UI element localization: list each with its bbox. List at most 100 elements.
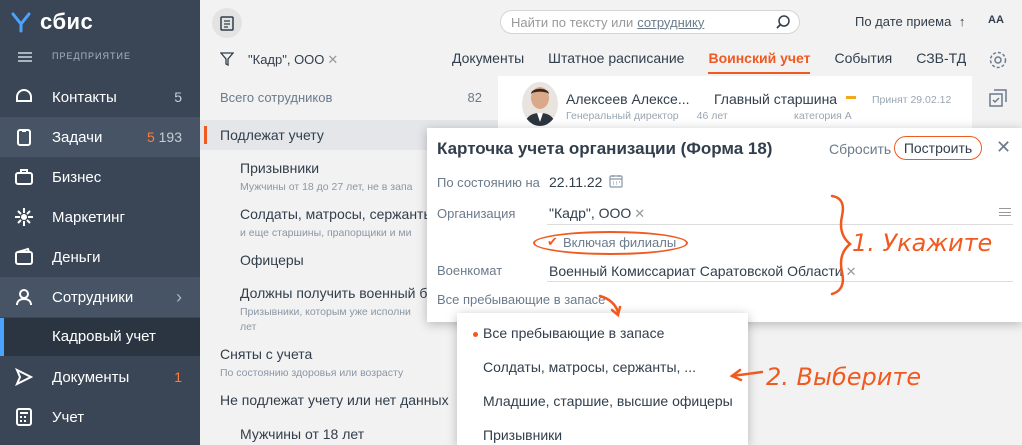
close-icon[interactable]: ✕ — [846, 264, 857, 279]
sidebar-item-business[interactable]: Бизнес — [0, 157, 200, 197]
business-icon — [12, 165, 36, 189]
close-icon[interactable]: ✕ — [327, 52, 338, 67]
list-item-sub: лет — [240, 321, 257, 333]
tab-events[interactable]: События — [834, 50, 892, 74]
list-header-label: Подлежат учету — [220, 127, 324, 143]
checklist-icon[interactable] — [988, 88, 1008, 108]
employee-row[interactable]: Алексеев Алексе... Генеральный директор 4… — [498, 76, 972, 136]
search-placeholder: Найти по тексту или — [511, 14, 634, 30]
employees-icon — [12, 285, 36, 309]
reset-button[interactable]: Сбросить — [829, 141, 891, 157]
list-item-sub: Мужчины от 18 до 27 лет, не в запа — [240, 181, 413, 193]
sidebar-item-label: Маркетинг — [52, 208, 125, 226]
tasks-count-total: 193 — [158, 129, 182, 145]
tasks-count-warn: 5 — [146, 129, 155, 145]
list-item-officers[interactable]: Офицеры — [240, 252, 304, 268]
logo[interactable]: сбис — [10, 8, 93, 36]
list-item-removed[interactable]: Сняты с учета — [220, 346, 312, 362]
tasks-icon — [12, 125, 36, 149]
search-icon[interactable] — [775, 14, 791, 30]
font-size-toggle[interactable]: АА — [988, 14, 1004, 26]
tab-military-record[interactable]: Воинский учет — [708, 50, 811, 74]
sidebar-item-label: Кадровый учет — [52, 328, 156, 345]
filter-chip-label: "Кадр", ООО — [248, 52, 325, 67]
tab-staff-schedule[interactable]: Штатное расписание — [548, 50, 684, 74]
filter-chip[interactable]: "Кадр", ООО ✕ — [248, 52, 338, 68]
sort-label: По дате приема — [855, 14, 952, 29]
date-label: По состоянию на — [437, 175, 540, 190]
documents-icon — [12, 365, 36, 389]
sidebar-item-employees[interactable]: Сотрудники › — [0, 277, 200, 317]
status-marker — [846, 96, 856, 99]
employee-role: Генеральный директор 46 лет — [566, 110, 728, 122]
sidebar-item-hr[interactable]: Кадровый учет — [0, 318, 200, 356]
checkbox-branches[interactable]: ✔ — [547, 234, 558, 250]
calendar-icon[interactable] — [609, 174, 623, 188]
search-input[interactable]: Найти по тексту или сотруднику — [500, 10, 800, 34]
sidebar-item-label: Деньги — [52, 248, 101, 266]
date-field[interactable]: 22.11.22 — [549, 174, 602, 190]
list-item-conscripts[interactable]: Призывники — [240, 160, 319, 176]
sort-arrow-icon: ↑ — [958, 14, 966, 29]
list-item-men-18[interactable]: Мужчины от 18 лет — [240, 426, 364, 442]
sidebar-item-accounting[interactable]: Учет — [0, 397, 200, 437]
sidebar-item-label: Задачи — [52, 128, 103, 146]
sidebar-item-tasks[interactable]: Задачи 5 193 — [0, 117, 200, 157]
search-employee-link[interactable]: сотруднику — [637, 15, 704, 30]
org-label: ПРЕДПРИЯТИЕ — [52, 51, 131, 61]
sidebar-item-contacts[interactable]: Контакты 5 — [0, 77, 200, 117]
dialog-title: Карточка учета организации (Форма 18) — [437, 139, 773, 158]
commissariat-label: Военкомат — [437, 263, 503, 278]
tabs: Документы Штатное расписание Воинский уч… — [452, 50, 990, 74]
filter-icon[interactable] — [220, 52, 234, 66]
sort-selector[interactable]: По дате приема ↑ — [855, 14, 965, 29]
divider — [547, 281, 1013, 282]
list-item-need-military-id[interactable]: Должны получить военный б — [240, 285, 427, 301]
reserve-dropdown: Все пребывающие в запасе Солдаты, матрос… — [457, 313, 748, 445]
build-button[interactable]: Построить — [894, 136, 982, 160]
active-indicator — [204, 126, 207, 144]
list-item-not-subject[interactable]: Не подлежат учету или нет данных — [220, 392, 449, 408]
sidebar-item-label: Сотрудники — [52, 288, 134, 306]
menu-icon[interactable] — [999, 208, 1011, 216]
documents-count: 1 — [174, 369, 182, 385]
list-item-soldiers[interactable]: Солдаты, матросы, сержанты — [240, 206, 434, 222]
close-icon[interactable]: ✕ — [996, 137, 1011, 158]
list-item-sub: По состоянию здоровья или возрасту — [220, 367, 404, 379]
menu-icon[interactable] — [18, 52, 32, 62]
commissariat-field[interactable]: Военный Комиссариат Саратовской Области ✕ — [549, 263, 857, 280]
clipboard-icon — [220, 16, 234, 31]
logo-text: сбис — [40, 9, 94, 34]
employee-hired: Принят 29.02.12 — [872, 94, 952, 106]
tab-documents[interactable]: Документы — [452, 50, 524, 74]
selected-dot-icon — [473, 332, 478, 337]
active-indicator — [0, 318, 4, 356]
dropdown-option-all[interactable]: Все пребывающие в запасе — [483, 325, 664, 341]
documents-button[interactable] — [212, 8, 242, 38]
sidebar: сбис ПРЕДПРИЯТИЕ Контакты 5 Задачи 5 193… — [0, 0, 200, 445]
dropdown-option-conscripts[interactable]: Призывники — [483, 427, 562, 443]
marketing-icon — [12, 205, 36, 229]
org-field[interactable]: "Кадр", ООО ✕ — [549, 205, 645, 222]
sidebar-item-marketing[interactable]: Маркетинг — [0, 197, 200, 237]
branches-label[interactable]: Включая филиалы — [563, 235, 676, 250]
employee-category: категория А — [794, 110, 852, 122]
chevron-right-icon[interactable]: › — [176, 287, 182, 308]
sidebar-item-money[interactable]: Деньги — [0, 237, 200, 277]
tab-szv-td[interactable]: СЗВ-ТД — [916, 50, 966, 74]
dropdown-option-soldiers[interactable]: Солдаты, матросы, сержанты, ... — [483, 359, 696, 375]
close-icon[interactable]: ✕ — [634, 206, 645, 221]
sidebar-item-documents[interactable]: Документы 1 — [0, 357, 200, 397]
total-count: 82 — [467, 90, 482, 105]
reserve-select[interactable]: Все пребывающие в запасе — [437, 292, 605, 307]
sidebar-item-label: Учет — [52, 408, 85, 426]
divider — [547, 224, 1013, 225]
form18-dialog: Карточка учета организации (Форма 18) Сб… — [427, 128, 1022, 322]
total-label: Всего сотрудников — [220, 90, 333, 105]
total-employees[interactable]: Всего сотрудников 82 — [220, 90, 482, 105]
annotation-step1: 1. Укажите — [852, 229, 993, 257]
gear-icon[interactable] — [988, 50, 1008, 70]
contacts-count: 5 — [174, 89, 182, 105]
dropdown-option-officers[interactable]: Младшие, старшие, высшие офицеры — [483, 393, 733, 409]
accounting-icon — [12, 405, 36, 429]
